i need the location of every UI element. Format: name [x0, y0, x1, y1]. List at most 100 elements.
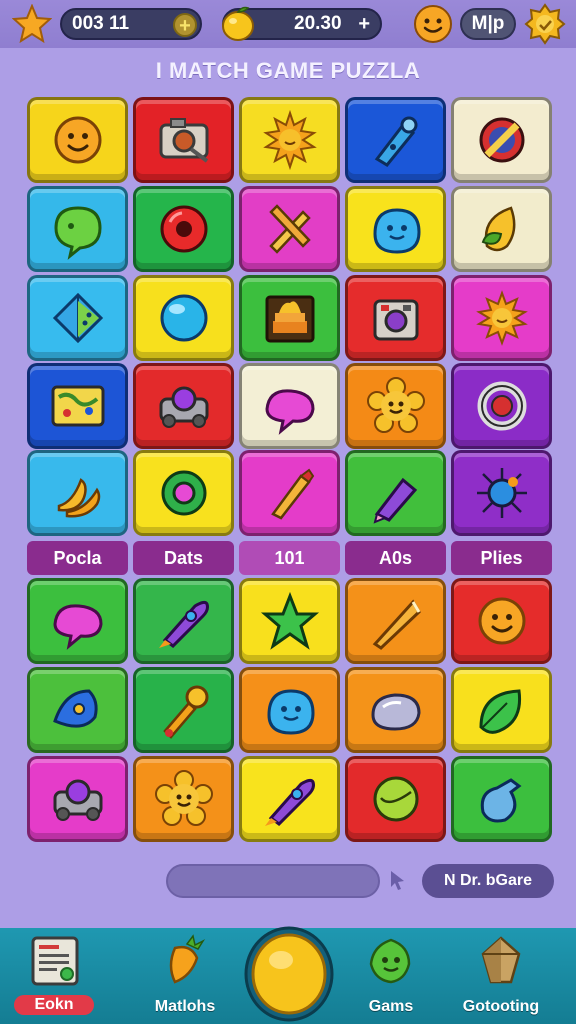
tile-3-5[interactable] [451, 275, 552, 361]
nav-item-2[interactable]: Matlohs [130, 928, 240, 1024]
rocket-icon [158, 600, 209, 648]
add-coins-button[interactable]: + [358, 13, 370, 36]
tile-4-1[interactable] [27, 363, 128, 449]
tile-6-2[interactable] [133, 578, 234, 664]
sun-smile-icon [475, 290, 528, 346]
category-label-5[interactable]: Plies [451, 541, 552, 575]
chat-bubble-icon [53, 206, 102, 260]
tile-7-1[interactable] [27, 667, 128, 753]
nav-item-3[interactable]: Gams [336, 928, 446, 1024]
grid-row-5 [27, 450, 553, 538]
ring-icon [477, 381, 526, 431]
jug-icon [480, 778, 521, 823]
fish-icon [52, 689, 98, 728]
tile-8-2[interactable] [133, 756, 234, 842]
tile-8-4[interactable] [345, 756, 446, 842]
play-coin-button[interactable] [244, 922, 334, 1022]
carrot-icon [169, 934, 206, 984]
tile-7-4[interactable] [345, 667, 446, 753]
smiley-icon [54, 116, 101, 164]
nav-label-3: Gams [368, 998, 414, 1015]
tile-7-3[interactable] [239, 667, 340, 753]
gem-icon [52, 292, 103, 344]
grid-row-4 [27, 363, 553, 451]
tile-5-3[interactable] [239, 450, 340, 536]
tile-2-1[interactable] [27, 186, 128, 272]
star-bug-icon [476, 468, 527, 518]
category-label-2[interactable]: Dats [133, 541, 234, 575]
tile-3-2[interactable] [133, 275, 234, 361]
grid-row-8 [27, 756, 553, 844]
tile-1-1[interactable] [27, 97, 128, 183]
grid-row-3 [27, 275, 553, 363]
lemon-coin-icon [222, 6, 254, 41]
tile-7-2[interactable] [133, 667, 234, 753]
banana-icon [57, 478, 100, 518]
tile-2-2[interactable] [133, 186, 234, 272]
star-icon [12, 4, 52, 44]
tile-8-5[interactable] [451, 756, 552, 842]
map-icon [51, 385, 104, 427]
grid-row-2 [27, 186, 553, 274]
score-counter: 003 11 + [60, 8, 202, 40]
tile-6-4[interactable] [345, 578, 446, 664]
brush-icon [270, 468, 314, 520]
tile-6-3[interactable] [239, 578, 340, 664]
no-sign-icon [479, 117, 524, 163]
leaf-face-icon [481, 206, 515, 252]
category-label-4[interactable]: A0s [345, 541, 446, 575]
torch-icon [162, 685, 208, 739]
profile-smiley-icon[interactable] [412, 3, 454, 45]
tile-3-3[interactable] [239, 275, 340, 361]
tile-8-1[interactable] [27, 756, 128, 842]
game-title: I MATCH GAME PUZZLA [155, 58, 421, 83]
progress-track[interactable] [166, 864, 380, 898]
tile-1-4[interactable] [345, 97, 446, 183]
tile-3-4[interactable] [345, 275, 446, 361]
rocket-icon [264, 778, 315, 826]
marker-icon [373, 477, 417, 524]
coin-value: 20.30 [294, 13, 342, 34]
achievement-badge-icon[interactable] [524, 3, 566, 45]
blue-blob-icon [266, 689, 315, 735]
blue-blob-icon [372, 208, 421, 254]
nav-item-1[interactable]: Eokn [0, 928, 110, 1024]
tile-5-1[interactable] [27, 450, 128, 536]
flower-face-icon [154, 770, 213, 826]
mode-select-button[interactable]: N Dr. bGare [422, 864, 554, 898]
smiley-icon [478, 597, 525, 645]
score-value: 003 11 [72, 13, 130, 34]
pink-blob-icon [264, 389, 315, 435]
mode-badge[interactable]: M|p [460, 8, 516, 40]
tile-1-3[interactable] [239, 97, 340, 183]
tile-6-1[interactable] [27, 578, 128, 664]
tile-3-1[interactable] [27, 275, 128, 361]
tile-2-3[interactable] [239, 186, 340, 272]
category-label-1[interactable]: Pocla [27, 541, 128, 575]
tile-4-2[interactable] [133, 363, 234, 449]
tile-4-5[interactable] [451, 363, 552, 449]
tile-1-5[interactable] [451, 97, 552, 183]
cake-icon [265, 295, 314, 343]
grid-row-7 [27, 667, 553, 755]
nav-label-2: Matlohs [154, 998, 216, 1015]
tile-5-4[interactable] [345, 450, 446, 536]
blue-ball-icon [160, 294, 207, 342]
tile-4-4[interactable] [345, 363, 446, 449]
category-label-3[interactable]: 101 [239, 541, 340, 575]
tile-1-2[interactable] [133, 97, 234, 183]
tile-4-3[interactable] [239, 363, 340, 449]
tile-6-5[interactable] [451, 578, 552, 664]
tile-2-4[interactable] [345, 186, 446, 272]
red-donut-icon [160, 205, 207, 253]
tile-8-3[interactable] [239, 756, 340, 842]
tile-5-2[interactable] [133, 450, 234, 536]
tile-7-5[interactable] [451, 667, 552, 753]
tile-2-5[interactable] [451, 186, 552, 272]
flower-face-icon [366, 377, 425, 433]
tile-5-5[interactable] [451, 450, 552, 536]
add-score-button[interactable]: + [173, 13, 197, 37]
gadget-icon [373, 299, 418, 341]
green-ring-icon [161, 470, 206, 516]
nav-item-4[interactable]: Gotooting [446, 928, 556, 1024]
